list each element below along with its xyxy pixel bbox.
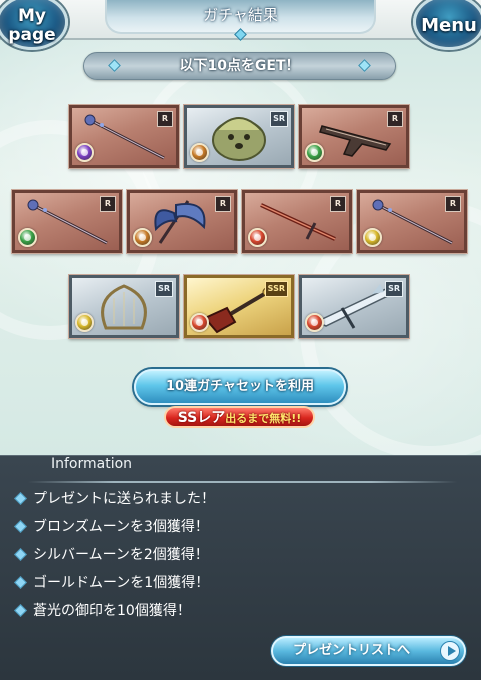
rarity-badge: SR <box>270 111 288 127</box>
mypage-label-line1: My <box>18 6 46 26</box>
rarity-badge: SSR <box>264 281 288 297</box>
mypage-label-line2: page <box>8 25 56 45</box>
rarity-badge: R <box>387 111 403 127</box>
rarity-badge: SR <box>385 281 403 297</box>
info-message-text: プレゼントに送られました！ <box>33 491 215 507</box>
rarity-badge: R <box>330 196 346 212</box>
light-element-icon <box>363 228 382 247</box>
earth-element-icon <box>190 143 209 162</box>
item-card[interactable]: R <box>299 105 409 168</box>
info-message-text: ゴールドムーンを1個獲得！ <box>33 575 210 591</box>
wind-element-icon <box>305 143 324 162</box>
info-message-text: シルバームーンを2個獲得！ <box>33 547 209 563</box>
item-card[interactable]: SSR <box>184 275 294 338</box>
earth-element-icon <box>133 228 152 247</box>
ss-rare-free-badge[interactable]: SSレア出るまで無料!! <box>164 406 315 428</box>
wind-element-icon <box>18 228 37 247</box>
fire-element-icon <box>305 313 324 332</box>
menu-button[interactable]: Menu <box>413 0 481 50</box>
information-divider <box>28 481 457 483</box>
get-banner-text: 以下10点をGET！ <box>179 58 300 74</box>
ss-rare-text: SSレア <box>177 410 226 426</box>
item-card[interactable]: R <box>12 190 122 253</box>
rarity-badge: R <box>215 196 231 212</box>
item-card[interactable]: R <box>357 190 467 253</box>
free-until-text: 出るまで無料!! <box>225 412 302 425</box>
rarity-badge: SR <box>155 281 173 297</box>
rarity-badge: R <box>100 196 116 212</box>
rarity-badge: R <box>445 196 461 212</box>
get-banner: 以下10点をGET！ <box>83 52 396 80</box>
info-message-text: 蒼光の御印を10個獲得！ <box>33 603 191 619</box>
information-title: Information <box>51 456 133 472</box>
dark-element-icon <box>75 143 94 162</box>
item-card[interactable]: R <box>242 190 352 253</box>
fire-element-icon <box>190 313 209 332</box>
play-arrow-icon <box>440 641 460 661</box>
mypage-button[interactable]: My page <box>0 0 68 50</box>
rarity-badge: R <box>157 111 173 127</box>
results-stage: ガチャ結果 My page Menu 以下10点をGET！ R SR R R R R R SR… <box>0 0 481 455</box>
fire-element-icon <box>248 228 267 247</box>
light-element-icon <box>75 313 94 332</box>
item-card[interactable]: SR <box>299 275 409 338</box>
info-message-text: ブロンズムーンを3個獲得！ <box>33 519 209 535</box>
item-card[interactable]: R <box>127 190 237 253</box>
item-card[interactable]: SR <box>184 105 294 168</box>
gacha-set-button[interactable]: 10連ガチャセットを利用 <box>134 369 346 405</box>
item-card[interactable]: R <box>69 105 179 168</box>
present-list-label: プレゼントリストへ <box>293 643 411 658</box>
present-list-button[interactable]: プレゼントリストへ <box>271 636 466 666</box>
item-card[interactable]: SR <box>69 275 179 338</box>
